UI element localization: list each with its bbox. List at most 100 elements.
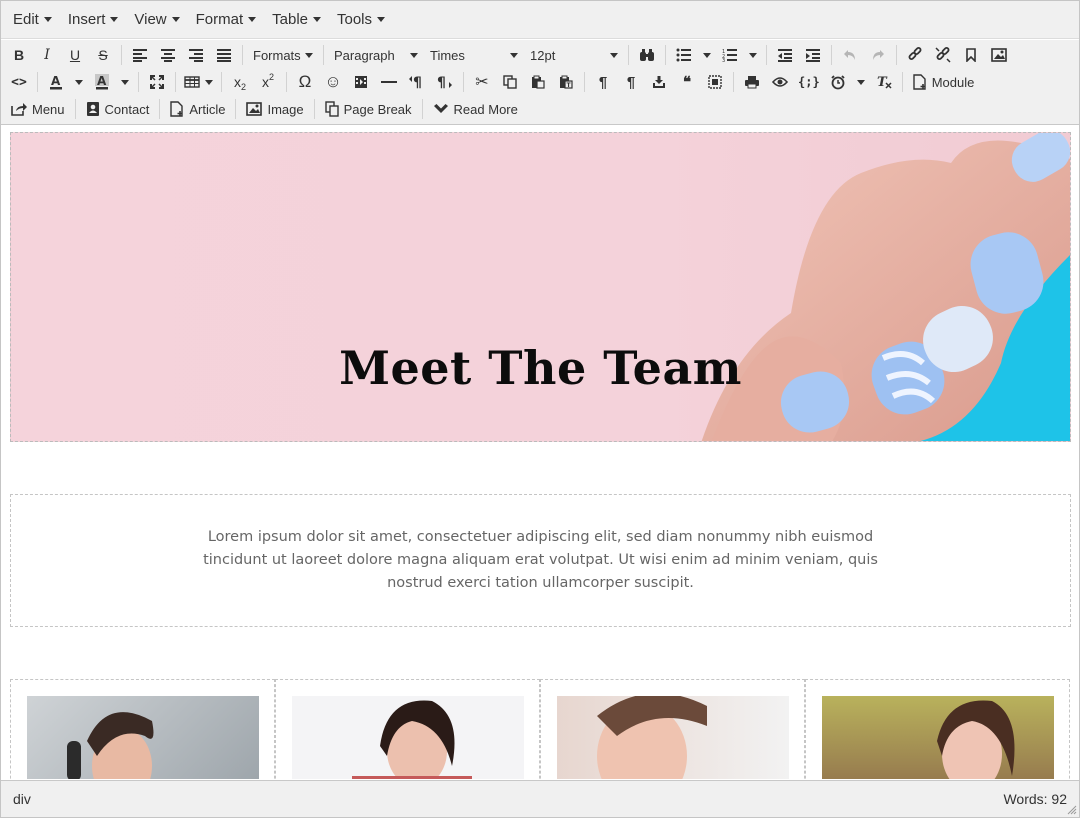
source-code-button[interactable]: <> <box>5 70 33 94</box>
paste-text-button[interactable]: T <box>552 70 580 94</box>
fullscreen-button[interactable] <box>143 70 171 94</box>
font-size-dropdown[interactable]: 12pt <box>524 43 624 67</box>
undo-button[interactable] <box>836 43 864 67</box>
chevron-down-icon <box>610 52 618 58</box>
intro-text-block[interactable]: Lorem ipsum dolor sit amet, consectetuer… <box>10 494 1071 627</box>
formats-dropdown[interactable]: Formats <box>247 43 319 67</box>
team-card[interactable] <box>540 679 805 779</box>
resize-handle-icon[interactable] <box>1067 805 1077 815</box>
table-button[interactable] <box>180 70 217 94</box>
strikethrough-button[interactable]: S <box>89 43 117 67</box>
insert-readmore-button[interactable]: Read More <box>427 97 524 121</box>
align-justify-button[interactable] <box>210 43 238 67</box>
toolbar-row-3: Menu Contact Article Image Page Break Re… <box>5 96 524 122</box>
insert-time-options-button[interactable] <box>852 70 870 94</box>
print-button[interactable] <box>738 70 766 94</box>
copy-button[interactable] <box>496 70 524 94</box>
insert-joomla-image-button[interactable]: Image <box>240 97 309 121</box>
bullet-list-options-button[interactable] <box>698 43 716 67</box>
remove-link-button[interactable] <box>929 43 957 67</box>
insert-menu-button[interactable]: Menu <box>5 97 71 121</box>
align-left-button[interactable] <box>126 43 154 67</box>
insert-pagebreak-button[interactable]: Page Break <box>319 97 418 121</box>
ltr-button[interactable]: ¶ <box>403 70 431 94</box>
menu-edit[interactable]: Edit <box>5 5 60 35</box>
block-format-dropdown[interactable]: Paragraph <box>328 43 424 67</box>
portrait-image <box>597 696 707 779</box>
blockquote-button[interactable]: ❝ <box>673 70 701 94</box>
italic-button[interactable]: I <box>33 43 61 67</box>
cut-button[interactable]: ✂ <box>468 70 496 94</box>
visual-aid-button[interactable] <box>701 70 729 94</box>
redo-button[interactable] <box>864 43 892 67</box>
special-char-button[interactable]: Ω <box>291 70 319 94</box>
indent-button[interactable] <box>799 43 827 67</box>
bold-button[interactable]: B <box>5 43 33 67</box>
insert-module-button[interactable]: Module <box>907 70 981 94</box>
chevron-down-icon <box>313 17 321 22</box>
numbered-list-icon: 123 <box>722 49 737 62</box>
indent-icon <box>806 49 820 62</box>
separator <box>74 99 76 119</box>
team-card[interactable] <box>805 679 1070 779</box>
underline-button[interactable]: U <box>61 43 89 67</box>
image-button-label: Image <box>267 101 304 117</box>
portrait-image <box>67 712 154 779</box>
numbered-list-button[interactable]: 123 <box>716 43 744 67</box>
subscript-button[interactable]: x2 <box>226 70 254 94</box>
insert-link-button[interactable] <box>901 43 929 67</box>
block-format-label: Paragraph <box>334 47 395 63</box>
visual-aid-icon <box>708 75 722 89</box>
hero-title[interactable]: Meet The Team <box>11 341 1070 395</box>
menu-format[interactable]: Format <box>188 5 265 35</box>
menubar: Edit Insert View Format Table Tools <box>1 1 1079 39</box>
text-color-options-button[interactable] <box>70 70 88 94</box>
readmore-button-label: Read More <box>453 101 518 117</box>
rtl-button[interactable]: ¶ <box>431 70 459 94</box>
menu-table[interactable]: Table <box>264 5 329 35</box>
intro-paragraph[interactable]: Lorem ipsum dolor sit amet, consectetuer… <box>186 526 896 595</box>
separator <box>584 72 585 92</box>
preview-button[interactable] <box>766 70 794 94</box>
menu-view[interactable]: View <box>126 5 187 35</box>
binoculars-icon <box>640 49 654 61</box>
align-center-button[interactable] <box>154 43 182 67</box>
insert-datetime-button[interactable] <box>645 70 673 94</box>
team-card[interactable] <box>10 679 275 779</box>
visual-chars-button[interactable]: ¶ <box>617 70 645 94</box>
fullscreen-icon <box>150 75 164 89</box>
align-right-button[interactable] <box>182 43 210 67</box>
find-replace-button[interactable] <box>633 43 661 67</box>
insert-contact-button[interactable]: Contact <box>80 97 156 121</box>
text-color-button[interactable]: A <box>42 70 70 94</box>
insert-image-button[interactable] <box>985 43 1013 67</box>
editor-content[interactable]: Meet The Team Lorem ipsum dolor sit amet… <box>1 126 1079 779</box>
horizontal-rule-button[interactable] <box>375 70 403 94</box>
menu-tools[interactable]: Tools <box>329 5 393 35</box>
menu-button-label: Menu <box>32 101 65 117</box>
team-card[interactable] <box>275 679 540 779</box>
outdent-button[interactable] <box>771 43 799 67</box>
media-button[interactable] <box>347 70 375 94</box>
team-member-photo <box>27 696 259 779</box>
separator <box>323 45 324 65</box>
insert-article-button[interactable]: Article <box>164 97 231 121</box>
insert-time-button[interactable] <box>824 70 852 94</box>
background-color-button[interactable]: A <box>88 70 116 94</box>
show-blocks-button[interactable]: ¶ <box>589 70 617 94</box>
bullet-list-button[interactable] <box>670 43 698 67</box>
element-path[interactable]: div <box>13 791 31 807</box>
background-color-options-button[interactable] <box>116 70 134 94</box>
menu-insert[interactable]: Insert <box>60 5 127 35</box>
paste-button[interactable] <box>524 70 552 94</box>
numbered-list-options-button[interactable] <box>744 43 762 67</box>
font-family-dropdown[interactable]: Times <box>424 43 524 67</box>
clear-formatting-button[interactable]: T <box>870 70 898 94</box>
emoticons-button[interactable]: ☺ <box>319 70 347 94</box>
separator <box>901 72 903 92</box>
superscript-button[interactable]: x2 <box>254 70 282 94</box>
code-sample-button[interactable]: {;} <box>794 70 824 94</box>
anchor-button[interactable] <box>957 43 985 67</box>
hero-banner[interactable]: Meet The Team <box>10 132 1071 442</box>
pagebreak-button-label: Page Break <box>343 101 412 117</box>
